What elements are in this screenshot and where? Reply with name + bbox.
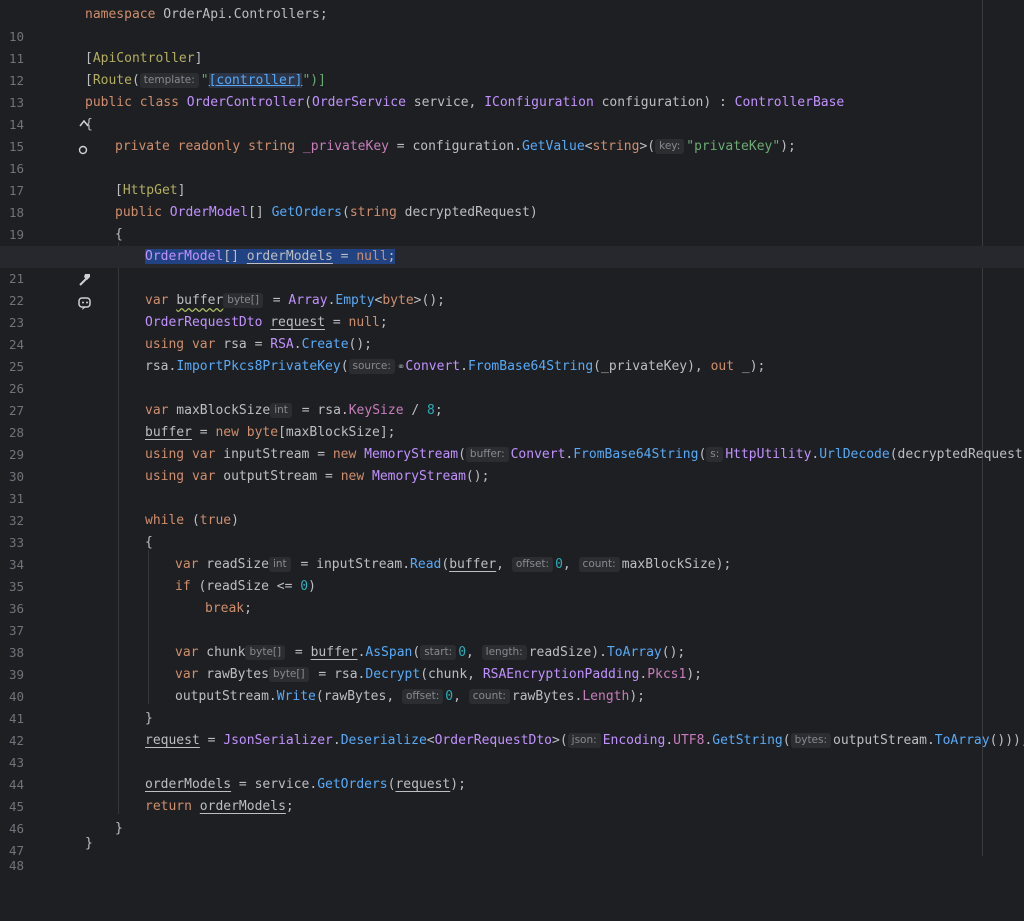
code-line-30[interactable]: 30 using var inputStream = new MemoryStr…: [0, 444, 1024, 484]
code-text: break;: [205, 601, 252, 616]
code-line-39[interactable]: 39 var chunk byte[] = buffer.AsSpan(start…: [0, 642, 1024, 682]
code-line-40[interactable]: 40 var rawBytes byte[] = rsa.Decrypt(chun…: [0, 664, 1024, 704]
code-text: var readSize int = inputStream.Read(buffe…: [175, 557, 732, 572]
type-hint: int: [268, 557, 291, 572]
type-hint: byte[]: [223, 293, 263, 308]
type-hint: byte[]: [268, 667, 309, 682]
code-text: [ApiController]: [85, 51, 203, 66]
code-line-46[interactable]: 46 return orderModels;: [0, 796, 1024, 836]
code-line-43[interactable]: 43 request = JsonSerializer.Deserialize<…: [0, 730, 1024, 770]
parameter-hint: s:: [706, 447, 724, 462]
text-selection[interactable]: OrderModel[] orderModels = null;: [145, 249, 396, 264]
code-line-36[interactable]: 36 if (readSize <= 0): [0, 576, 1024, 616]
code-line-26[interactable]: 26 rsa.ImportPkcs8PrivateKey(source: ⚭Con…: [0, 356, 1024, 396]
code-text: OrderModel[] orderModels = null;: [145, 246, 396, 268]
code-text: {: [145, 535, 153, 550]
code-text: var maxBlockSize int = rsa.KeySize / 8;: [145, 403, 443, 418]
code-text: if (readSize <= 0): [175, 579, 316, 594]
code-line-14[interactable]: 14 public class OrderController(OrderSer…: [0, 92, 1024, 154]
code-line-41[interactable]: 41 outputStream.Write(rawBytes, offset: 0…: [0, 686, 1024, 726]
parameter-hint: offset:: [511, 557, 554, 572]
parameter-hint: length:: [481, 645, 527, 660]
code-text: var rawBytes byte[] = rsa.Decrypt(chunk, …: [175, 667, 702, 682]
gutter-icons: [30, 246, 91, 310]
code-text: using var rsa = RSA.Create();: [145, 337, 373, 352]
parameter-hint: template:: [139, 73, 199, 88]
code-text: }: [85, 836, 93, 851]
code-text: OrderRequestDto request = null;: [145, 315, 388, 330]
code-line-29[interactable]: 29 buffer = new byte[maxBlockSize];: [0, 422, 1024, 462]
code-line-45[interactable]: 45 orderModels = service.GetOrders(reque…: [0, 774, 1024, 814]
code-text: rsa.ImportPkcs8PrivateKey(source: ⚭Conver…: [145, 359, 766, 374]
code-line-44[interactable]: 44: [0, 752, 1024, 792]
code-text: return orderModels;: [145, 799, 294, 814]
code-text: while (true): [145, 513, 239, 528]
parameter-hint: count:: [468, 689, 510, 704]
code-line-27[interactable]: 27: [0, 378, 1024, 418]
code-line-22[interactable]: 22: [0, 268, 1024, 308]
code-line-11[interactable]: 11: [0, 26, 1024, 66]
code-line-28[interactable]: 28 var maxBlockSize int = rsa.KeySize / 8…: [0, 400, 1024, 440]
code-line-48[interactable]: 48 }: [0, 833, 1024, 873]
code-line-33[interactable]: 33 while (true): [0, 510, 1024, 550]
code-line-42[interactable]: 42 }: [0, 708, 1024, 748]
code-text: buffer = new byte[maxBlockSize];: [145, 425, 396, 440]
code-text: namespace OrderApi.Controllers;: [85, 7, 328, 22]
parameter-hint: source:: [348, 359, 395, 374]
code-line-32[interactable]: 32: [0, 488, 1024, 528]
code-line-21[interactable]: 21 OrderModel[] orderModels = null;: [0, 246, 1024, 310]
code-text: using var inputStream = new MemoryStream…: [145, 447, 1024, 462]
parameter-hint: count:: [578, 557, 620, 572]
code-text: [Route(template: "[controller]")]: [85, 73, 326, 88]
parameter-hint: start:: [420, 645, 457, 660]
code-text: orderModels = service.GetOrders(request)…: [145, 777, 466, 792]
type-hint: byte[]: [245, 645, 286, 660]
code-line-19[interactable]: 19 public OrderModel[] GetOrders(string …: [0, 202, 1024, 242]
code-line-25[interactable]: 25 using var rsa = RSA.Create();: [0, 334, 1024, 374]
code-line-34[interactable]: 34 {: [0, 532, 1024, 572]
code-text: public class OrderController(OrderServic…: [85, 95, 845, 110]
code-line-24[interactable]: 24 OrderRequestDto request = null;: [0, 312, 1024, 352]
code-line-20[interactable]: 20 {: [0, 224, 1024, 264]
code-line-23[interactable]: 23 var buffer byte[] = Array.Empty<byte>(…: [0, 290, 1024, 330]
code-text: }: [145, 711, 153, 726]
code-text: outputStream.Write(rawBytes, offset: 0, c…: [175, 689, 645, 704]
code-text: private readonly string _privateKey = co…: [115, 139, 796, 154]
code-text: var chunk byte[] = buffer.AsSpan(start: 0,…: [175, 645, 686, 660]
code-line-37[interactable]: 37 break;: [0, 598, 1024, 638]
code-line-17[interactable]: 17: [0, 158, 1024, 198]
code-line-35[interactable]: 35 var readSize int = inputStream.Read(bu…: [0, 554, 1024, 594]
code-text: {: [115, 227, 123, 242]
code-line-38[interactable]: 38: [0, 620, 1024, 660]
type-hint: int: [270, 403, 292, 418]
parameter-hint: buffer:: [465, 447, 509, 462]
parameter-hint: offset:: [401, 689, 444, 704]
parameter-hint: json:: [567, 733, 601, 748]
code-text: [HttpGet]: [115, 183, 186, 198]
code-text: var buffer byte[] = Array.Empty<byte>();: [145, 293, 445, 308]
code-line-10[interactable]: 10 namespace OrderApi.Controllers;: [0, 4, 1024, 44]
parameter-hint: bytes:: [790, 733, 832, 748]
code-line-13[interactable]: 13 [Route(template: "[controller]")]: [0, 70, 1024, 110]
code-line-15[interactable]: 15 {: [0, 114, 1024, 154]
code-editor[interactable]: 10 namespace OrderApi.Controllers; 11 12…: [0, 0, 1024, 873]
code-line-12[interactable]: 12 [ApiController]: [0, 48, 1024, 88]
code-line-31[interactable]: 31 using var outputStream = new MemorySt…: [0, 466, 1024, 506]
code-text: {: [85, 117, 93, 132]
code-line-16[interactable]: 16 private readonly string _privateKey =…: [0, 136, 1024, 176]
gutter-icons: [30, 92, 89, 154]
code-text: request = JsonSerializer.Deserialize<Ord…: [145, 733, 1024, 748]
code-text: public OrderModel[] GetOrders(string dec…: [115, 205, 538, 220]
parameter-hint: key:: [655, 139, 685, 154]
line-number: 48: [8, 858, 24, 873]
code-text: using var outputStream = new MemoryStrea…: [145, 469, 490, 484]
code-line-18[interactable]: 18 [HttpGet]: [0, 180, 1024, 220]
